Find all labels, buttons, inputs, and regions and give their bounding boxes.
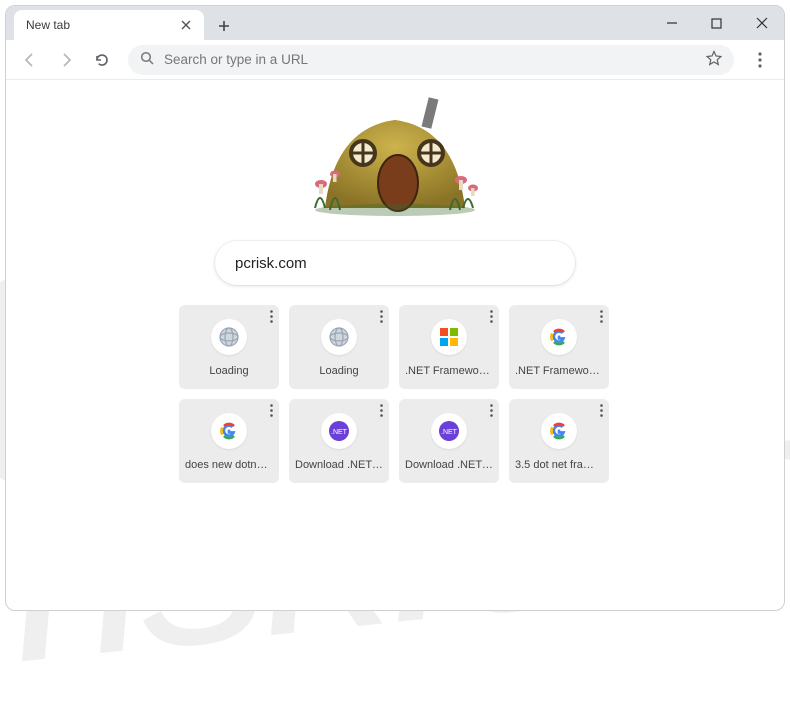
minimize-button[interactable] [649,6,694,40]
shortcut-tile[interactable]: .NET Framework … [509,305,609,389]
back-button[interactable] [14,44,46,76]
shortcut-tile[interactable]: .NET Download .NET F… [399,399,499,483]
titlebar: New tab [6,6,784,40]
globe-icon [211,319,247,355]
svg-text:.NET: .NET [331,429,348,436]
dotnet-icon: .NET [321,413,357,449]
new-tab-button[interactable] [210,12,238,40]
new-tab-content: Loading Loading .NET Framework … .NET Fr… [6,80,784,610]
toolbar: Search or type in a URL [6,40,784,80]
search-input[interactable] [235,255,555,272]
shortcut-tile[interactable]: .NET Framework … [399,305,499,389]
tile-label: Loading [319,365,358,377]
tile-menu-button[interactable] [380,310,383,323]
shortcut-tile[interactable]: does new dotnet… [179,399,279,483]
browser-tab[interactable]: New tab [14,10,204,40]
tile-label: Loading [209,365,248,377]
close-window-button[interactable] [739,6,784,40]
omnibox[interactable]: Search or type in a URL [128,45,734,75]
shortcut-grid: Loading Loading .NET Framework … .NET Fr… [179,305,611,483]
google-icon [541,319,577,355]
tile-label: .NET Framework … [515,365,603,377]
tile-menu-button[interactable] [600,310,603,323]
tab-title: New tab [26,18,70,32]
house-illustration-icon [285,88,505,218]
tile-menu-button[interactable] [490,404,493,417]
tile-menu-button[interactable] [270,404,273,417]
tile-menu-button[interactable] [600,404,603,417]
tile-label: Download .NET F… [295,459,383,471]
browser-window: New tab [5,5,785,611]
tile-label: does new dotnet… [185,459,273,471]
shortcut-tile[interactable]: Loading [289,305,389,389]
dotnet-icon: .NET [431,413,467,449]
reload-button[interactable] [86,44,118,76]
globe-icon [321,319,357,355]
google-icon [541,413,577,449]
shortcut-tile[interactable]: .NET Download .NET F… [289,399,389,483]
shortcut-tile[interactable]: 3.5 dot net fram… [509,399,609,483]
tile-menu-button[interactable] [270,310,273,323]
hero-illustration [6,80,784,223]
google-icon [211,413,247,449]
close-tab-button[interactable] [178,17,194,33]
bookmark-star-icon[interactable] [706,50,722,69]
kebab-menu-button[interactable] [744,44,776,76]
maximize-button[interactable] [694,6,739,40]
tile-label: Download .NET F… [405,459,493,471]
forward-button[interactable] [50,44,82,76]
microsoft-icon [431,319,467,355]
omnibox-placeholder: Search or type in a URL [164,52,308,67]
tile-label: 3.5 dot net fram… [515,459,603,471]
shortcut-tile[interactable]: Loading [179,305,279,389]
search-icon [140,51,154,68]
window-controls [649,6,784,40]
svg-text:.NET: .NET [441,429,458,436]
tile-label: .NET Framework … [405,365,493,377]
tile-menu-button[interactable] [380,404,383,417]
tile-menu-button[interactable] [490,310,493,323]
search-box[interactable] [215,241,575,285]
